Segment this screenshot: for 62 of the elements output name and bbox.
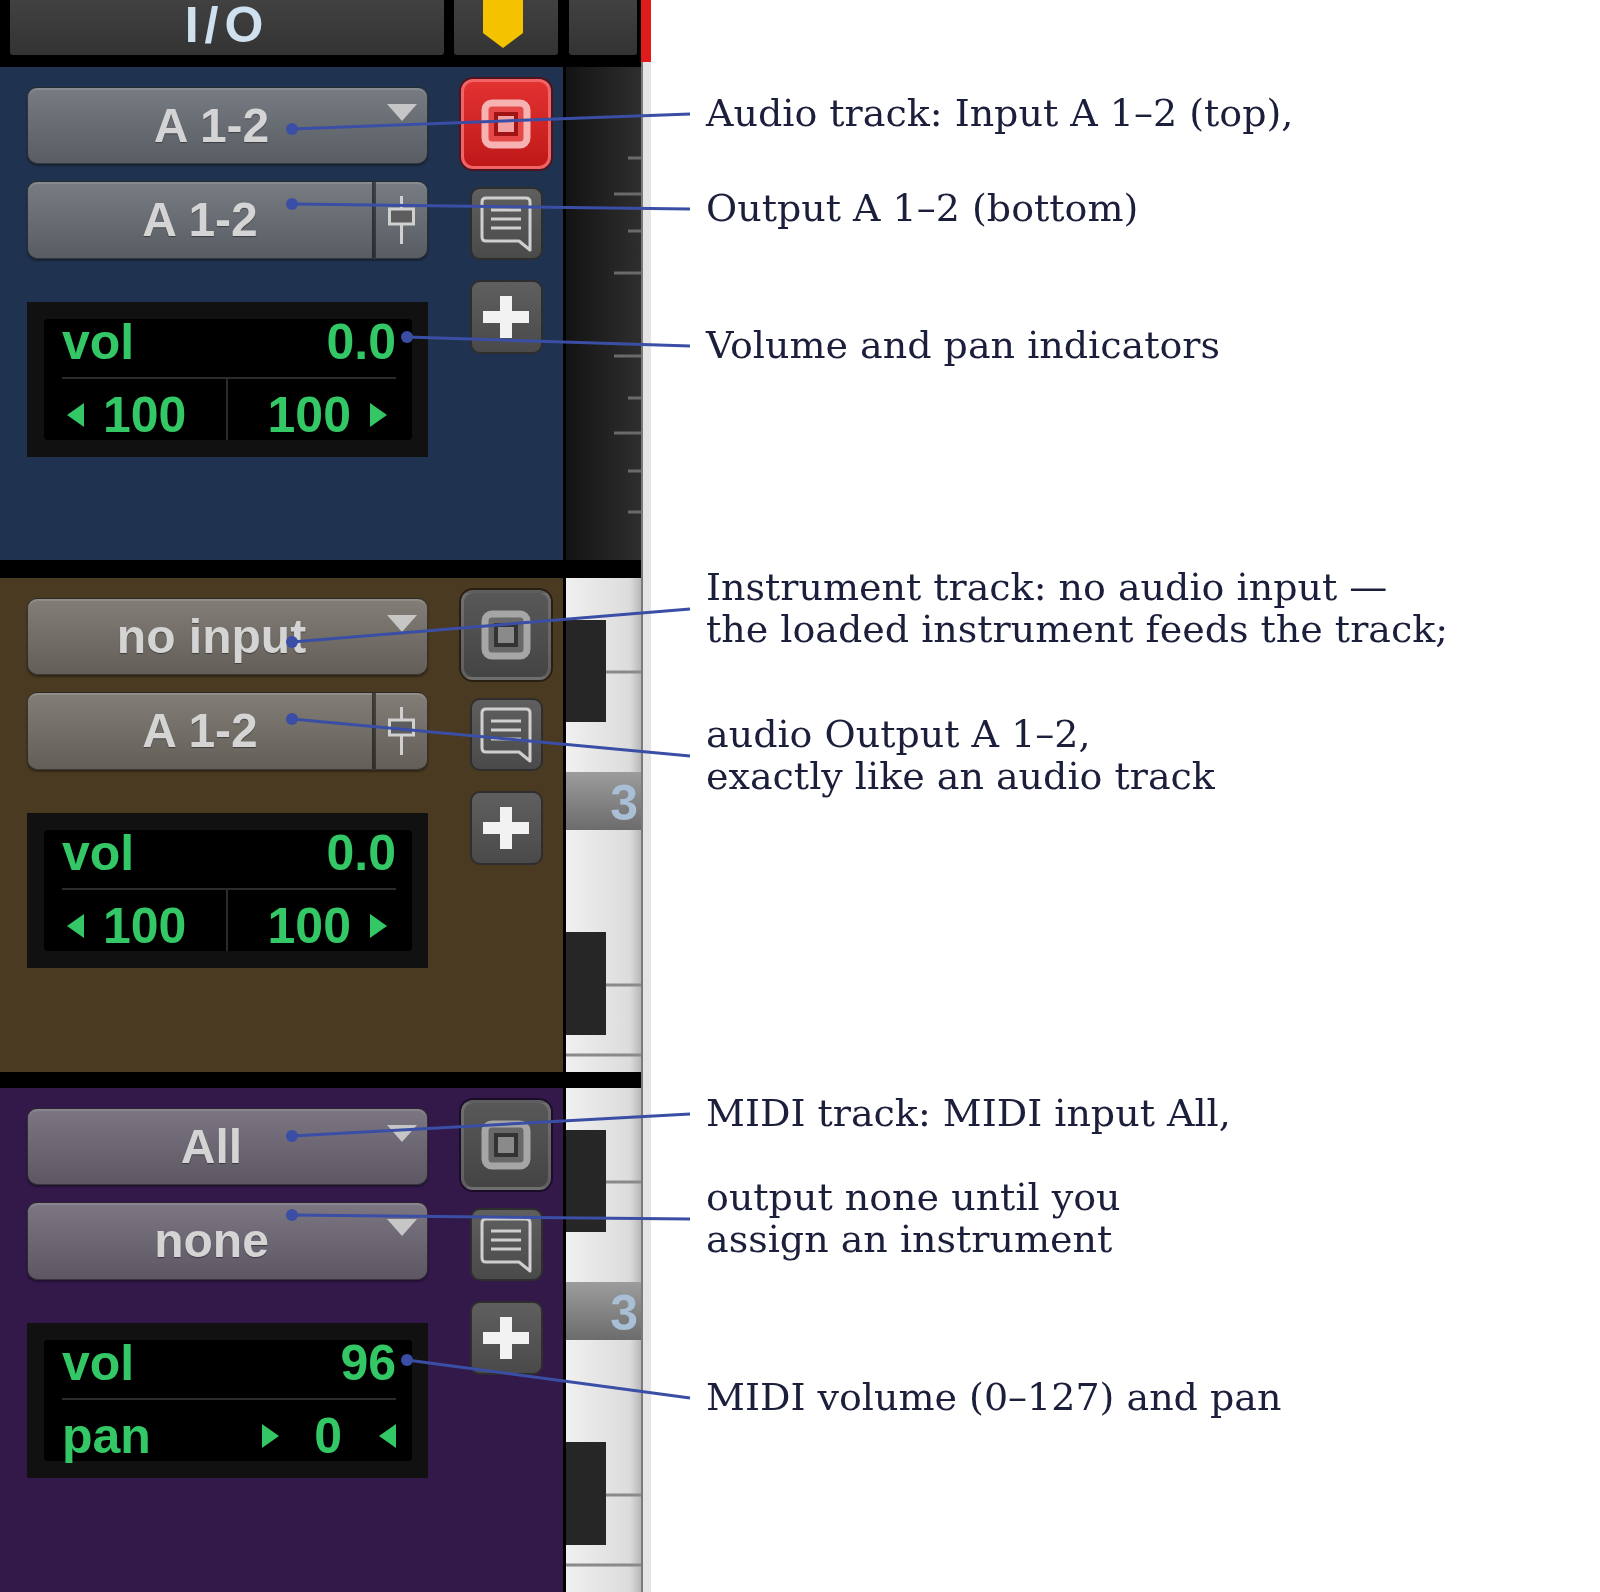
volume-label: vol: [62, 1338, 135, 1388]
key-label: 3: [610, 775, 638, 831]
marker-icon: [483, 0, 523, 48]
pan-value: 0: [314, 1410, 342, 1461]
annotation-text: Output A 1–2 (bottom): [706, 187, 1139, 229]
annotation-text: MIDI volume (0–127) and pan: [706, 1376, 1282, 1418]
volume-value: 96: [340, 1338, 396, 1388]
fader-icon: [388, 707, 415, 755]
comment-button[interactable]: [469, 698, 543, 771]
input-dropdown[interactable]: A 1-2: [27, 87, 428, 164]
position-marker: [641, 0, 651, 62]
square-icon: [481, 1120, 531, 1170]
input-dropdown[interactable]: All: [27, 1108, 428, 1185]
caret-icon: [387, 1219, 417, 1236]
add-button[interactable]: [469, 791, 543, 865]
plus-icon: [483, 296, 529, 338]
volume-value: 0.0: [326, 828, 396, 878]
square-icon: [481, 99, 531, 149]
fader-button[interactable]: [373, 181, 428, 259]
volume-label: vol: [62, 317, 135, 367]
annotation-text: Instrument track: no audio input — the loaded instrument feeds the track;: [706, 566, 1449, 650]
annotation-text: audio Output A 1–2, exactly like an audio track: [706, 713, 1215, 797]
pan-value: 100: [267, 900, 351, 951]
comment-button[interactable]: [469, 187, 543, 260]
right-arrow-icon: [262, 1423, 280, 1448]
plus-icon: [483, 807, 529, 849]
pan-value: 100: [267, 389, 351, 440]
key-label: 3: [610, 1285, 638, 1341]
comment-icon: [479, 1215, 533, 1274]
add-button[interactable]: [469, 1301, 543, 1375]
add-button[interactable]: [469, 280, 543, 354]
right-arrow-icon: [370, 402, 387, 427]
output-dropdown[interactable]: A 1-2: [27, 692, 373, 770]
left-arrow-icon: [67, 913, 84, 938]
square-icon: [481, 610, 531, 660]
pan-value: 100: [103, 900, 187, 951]
caret-icon: [387, 615, 417, 632]
left-arrow-icon: [67, 402, 84, 427]
caret-icon: [387, 1125, 417, 1142]
annotation-text: Audio track: Input A 1–2 (top),: [706, 92, 1294, 134]
plus-icon: [483, 1317, 529, 1359]
volume-label: vol: [62, 828, 135, 878]
fader-icon: [388, 196, 415, 244]
comment-icon: [479, 705, 533, 764]
annotation-text: output none until you assign an instrument: [706, 1176, 1121, 1260]
pan-label: pan: [62, 1410, 151, 1461]
comment-button[interactable]: [469, 1208, 543, 1281]
header-cell: [569, 0, 637, 55]
input-dropdown[interactable]: no input: [27, 598, 428, 675]
left-arrow-icon: [379, 1423, 396, 1448]
volume-value: 0.0: [326, 317, 396, 367]
column-header: I/O: [10, 0, 444, 55]
fader-button[interactable]: [373, 692, 428, 770]
annotation-text: Volume and pan indicators: [706, 324, 1220, 366]
pan-value: 100: [103, 389, 187, 440]
output-dropdown[interactable]: A 1-2: [27, 181, 373, 259]
output-dropdown[interactable]: none: [27, 1202, 428, 1280]
comment-icon: [479, 194, 533, 253]
caret-icon: [387, 104, 417, 121]
annotation-text: MIDI track: MIDI input All,: [706, 1092, 1231, 1134]
record-button[interactable]: [461, 79, 551, 169]
right-arrow-icon: [370, 913, 387, 938]
